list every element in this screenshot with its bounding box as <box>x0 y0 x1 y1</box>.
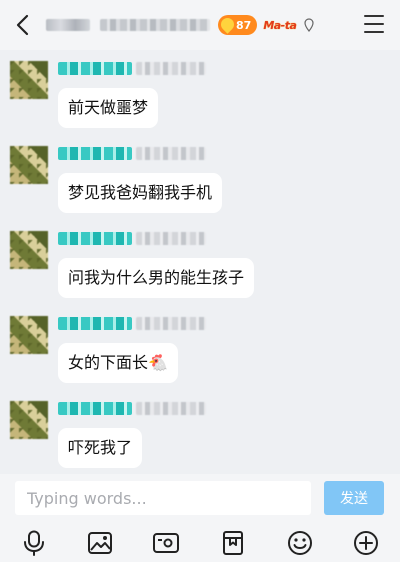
sender-name-redacted <box>58 402 132 415</box>
avatar[interactable] <box>10 401 48 439</box>
menu-button[interactable] <box>364 12 388 36</box>
avatar[interactable] <box>10 146 48 184</box>
avatar[interactable] <box>10 61 48 99</box>
sender-meta-redacted <box>136 147 206 160</box>
message-row: 问我为什么男的能生孩子 <box>0 224 400 304</box>
message-bubble[interactable]: 问我为什么男的能生孩子 <box>58 258 255 298</box>
message-row: 女的下面长🐔 <box>0 309 400 389</box>
send-button[interactable]: 发送 <box>324 481 384 515</box>
chat-subtitle-redacted <box>100 19 210 31</box>
sender-meta-redacted <box>136 232 206 245</box>
message-input[interactable] <box>15 481 311 515</box>
sender-meta-redacted <box>136 317 206 330</box>
plus-icon[interactable] <box>351 528 381 558</box>
microphone-icon[interactable] <box>19 528 49 558</box>
avatar[interactable] <box>10 316 48 354</box>
message-bubble[interactable]: 梦见我爸妈翻我手机 <box>58 173 223 213</box>
sender-meta-redacted <box>136 62 206 75</box>
location-pin-icon <box>302 16 316 34</box>
chat-title-redacted <box>46 19 90 31</box>
message-row: 梦见我爸妈翻我手机 <box>0 139 400 219</box>
flame-icon <box>218 15 237 34</box>
message-bubble[interactable]: 吓死我了 <box>58 428 143 468</box>
input-bar: 发送 <box>0 474 400 524</box>
chat-header: 87 Ma-ta <box>0 0 400 50</box>
avatar[interactable] <box>10 231 48 269</box>
fire-badge: 87 <box>218 15 258 35</box>
image-icon[interactable] <box>85 528 115 558</box>
sender-name-redacted <box>58 62 132 75</box>
sender-name-redacted <box>58 232 132 245</box>
message-row: 吓死我了 <box>0 394 400 474</box>
fire-badge-value: 87 <box>236 18 252 32</box>
sender-name-redacted <box>58 147 132 160</box>
menu-icon <box>364 15 384 17</box>
input-toolbar <box>0 524 400 562</box>
message-bubble[interactable]: 女的下面长🐔 <box>58 343 178 383</box>
camera-icon[interactable] <box>151 528 181 558</box>
sender-name-redacted <box>58 317 132 330</box>
bookmark-icon[interactable] <box>218 528 248 558</box>
sender-meta-redacted <box>136 402 206 415</box>
back-button[interactable] <box>10 9 34 41</box>
chevron-left-icon <box>16 14 29 36</box>
emoji-icon[interactable] <box>285 528 315 558</box>
message-row: 前天做噩梦 <box>0 54 400 134</box>
message-bubble[interactable]: 前天做噩梦 <box>58 88 159 128</box>
game-badge: Ma-ta <box>263 18 297 32</box>
